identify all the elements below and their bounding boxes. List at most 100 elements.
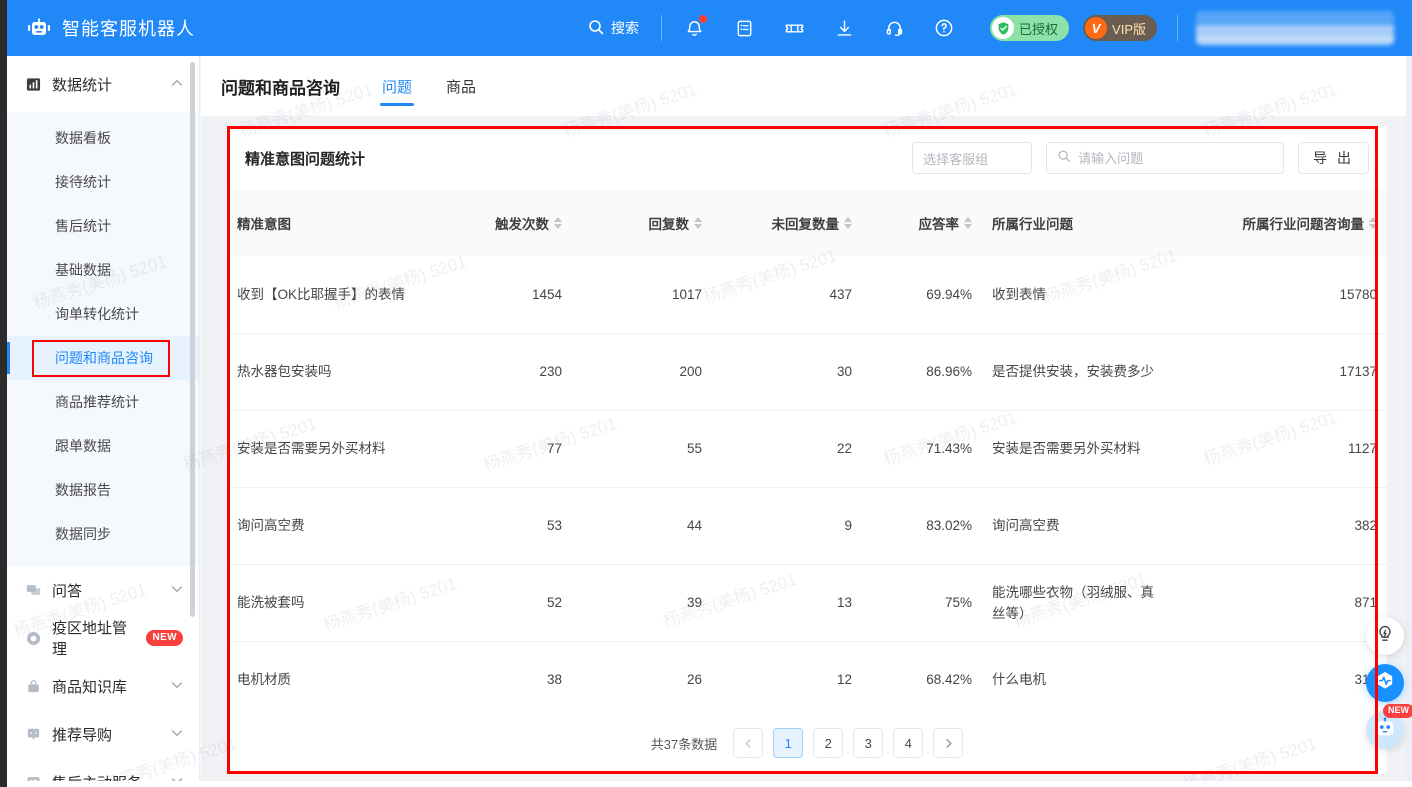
sidebar-item-reception-stats[interactable]: 接待统计 (7, 160, 199, 204)
cell-replies: 1017 (572, 256, 712, 334)
location-pin-icon (25, 630, 41, 646)
cell-triggers: 77 (442, 410, 572, 488)
cell-unreplied: 30 (712, 333, 862, 411)
table-row[interactable]: 询问高空费 53 44 9 83.02% 询问高空费 382 (227, 487, 1387, 565)
lightbulb-fab[interactable] (1366, 617, 1404, 655)
sort-icon[interactable] (554, 217, 562, 229)
new-badge: NEW (146, 630, 183, 646)
sidebar-item-data-report[interactable]: 数据报告 (7, 468, 199, 512)
question-search-input[interactable] (1078, 150, 1274, 166)
cell-unreplied: 13 (712, 564, 862, 642)
headset-icon[interactable] (882, 16, 906, 40)
cell-intent: 电机材质 (227, 641, 442, 719)
sidebar-item-inquiry-conversion[interactable]: 询单转化统计 (7, 292, 199, 336)
sort-icon[interactable] (844, 217, 852, 229)
cell-answer-rate: 86.96% (862, 333, 982, 411)
bell-icon[interactable] (682, 15, 708, 40)
sidebar-item-aftersales-stats[interactable]: 售后统计 (7, 204, 199, 248)
question-search-box[interactable] (1046, 142, 1285, 174)
sidebar-item-label: 商品知识库 (52, 676, 171, 697)
download-icon[interactable] (832, 16, 856, 40)
col-triggers[interactable]: 触发次数 (442, 190, 572, 256)
help-icon[interactable] (932, 16, 956, 40)
tab-label: 问题 (382, 78, 413, 96)
cell-industry-count: 1127 (1172, 410, 1387, 488)
col-replies[interactable]: 回复数 (572, 190, 712, 256)
user-account-area[interactable] (1196, 11, 1394, 45)
cell-unreplied: 12 (712, 641, 862, 719)
form-icon[interactable] (732, 16, 756, 40)
cell-industry-question: 安装是否需要另外买材料 (982, 410, 1172, 488)
sidebar-item-qa[interactable]: 问答 (7, 566, 199, 614)
col-unreplied[interactable]: 未回复数量 (712, 190, 862, 256)
header-divider-2 (1177, 15, 1178, 41)
sidebar-item-question-product-consult[interactable]: 问题和商品咨询 (7, 336, 199, 380)
health-monitor-fab[interactable] (1366, 664, 1404, 702)
pagination-next[interactable] (933, 728, 964, 758)
vip-badge[interactable]: V VIP版 (1083, 15, 1157, 41)
sidebar-scrollbar[interactable] (190, 62, 195, 617)
cell-answer-rate: 68.42% (862, 641, 982, 719)
sidebar-item-data-sync[interactable]: 数据同步 (7, 512, 199, 556)
robot-assistant-fab[interactable]: NEW (1366, 704, 1412, 749)
cell-industry-count: 382 (1172, 487, 1387, 565)
app-header: 智能客服机器人 搜索 已授权 V VIP版 (7, 0, 1412, 56)
cell-intent: 收到【OK比耶握手】的表情 (227, 256, 442, 334)
col-industry-count[interactable]: 所属行业问题咨询量 (1172, 190, 1387, 256)
sidebar-group-label: 数据统计 (52, 76, 113, 94)
cell-industry-count: 15780 (1172, 256, 1387, 334)
sidebar-item-product-knowledge-base[interactable]: 商品知识库 (7, 662, 199, 710)
tab-products[interactable]: 商品 (444, 56, 478, 116)
bell-unread-dot (699, 15, 708, 23)
col-label: 应答率 (918, 217, 960, 232)
pagination-page-1[interactable]: 1 (773, 728, 804, 758)
table-row[interactable]: 能洗被套吗 52 39 13 75% 能洗哪些衣物（羽绒服、真丝等） 871 (227, 564, 1387, 642)
ticket-icon[interactable] (782, 16, 806, 40)
sort-icon[interactable] (1369, 217, 1377, 229)
table-row[interactable]: 收到【OK比耶握手】的表情 1454 1017 437 69.94% 收到表情 … (227, 256, 1387, 334)
cell-answer-rate: 69.94% (862, 256, 982, 334)
sort-icon[interactable] (694, 217, 702, 229)
cell-triggers: 38 (442, 641, 572, 719)
table-head: 精准意图 触发次数 回复数 未回复数量 应答率 所属行业问题 所属行业问题咨询量 (227, 190, 1387, 256)
table-row[interactable]: 热水器包安装吗 230 200 30 86.96% 是否提供安装，安装费多少 1… (227, 333, 1387, 411)
sidebar-item-product-recommend-stats[interactable]: 商品推荐统计 (7, 380, 199, 424)
export-button[interactable]: 导 出 (1298, 142, 1369, 174)
sidebar-item-epidemic-address[interactable]: 疫区地址管理 NEW (7, 614, 199, 662)
authorized-badge[interactable]: 已授权 (990, 15, 1070, 41)
sidebar-item-text: 疫区地址管理 (52, 620, 128, 658)
sidebar-sub-label: 售后统计 (55, 218, 111, 234)
cell-industry-question: 是否提供安装，安装费多少 (982, 333, 1172, 411)
col-answer-rate[interactable]: 应答率 (862, 190, 982, 256)
sidebar-sub-list: 数据看板 接待统计 售后统计 基础数据 询单转化统计 问题和商品咨询 商品推荐统… (7, 112, 199, 566)
stats-card: 精准意图问题统计 选择客服组 导 出 (227, 126, 1387, 774)
sidebar-item-text: 推荐导购 (52, 726, 113, 744)
pagination-page-3[interactable]: 3 (853, 728, 884, 758)
page-title: 问题和商品咨询 (221, 78, 340, 98)
sidebar-item-data-dashboard[interactable]: 数据看板 (7, 116, 199, 160)
sidebar-item-text: 问答 (52, 582, 83, 600)
agent-group-select[interactable]: 选择客服组 (912, 142, 1033, 174)
tab-questions[interactable]: 问题 (380, 56, 415, 116)
pagination-prev[interactable] (733, 728, 764, 758)
table-row[interactable]: 安装是否需要另外买材料 77 55 22 71.43% 安装是否需要另外买材料 … (227, 410, 1387, 488)
app-root: 智能客服机器人 搜索 已授权 V VIP版 数据统计 数据看板 接待统计 售后统… (0, 0, 1412, 787)
cell-replies: 26 (572, 641, 712, 719)
header-search[interactable]: 搜索 (588, 18, 639, 38)
table-row[interactable]: 电机材质 38 26 12 68.42% 什么电机 314 (227, 641, 1387, 719)
cell-answer-rate: 83.02% (862, 487, 982, 565)
sidebar-item-recommend-guide[interactable]: 推荐导购 (7, 710, 199, 758)
pagination-page-4[interactable]: 4 (893, 728, 924, 758)
sidebar-item-order-follow-data[interactable]: 跟单数据 (7, 424, 199, 468)
sidebar-sub-label: 询单转化统计 (55, 306, 139, 322)
sidebar-item-basic-data[interactable]: 基础数据 (7, 248, 199, 292)
sidebar-group-data-statistics[interactable]: 数据统计 (7, 56, 199, 112)
window-bottom-rail (0, 781, 1412, 787)
bag-icon (25, 678, 41, 694)
brand[interactable]: 智能客服机器人 (26, 15, 195, 41)
stats-table: 精准意图 触发次数 回复数 未回复数量 应答率 所属行业问题 所属行业问题咨询量… (227, 190, 1387, 774)
sidebar-sub-label: 数据看板 (55, 130, 111, 146)
agent-group-select-placeholder: 选择客服组 (923, 151, 989, 167)
sort-icon[interactable] (964, 217, 972, 229)
pagination-page-2[interactable]: 2 (813, 728, 844, 758)
